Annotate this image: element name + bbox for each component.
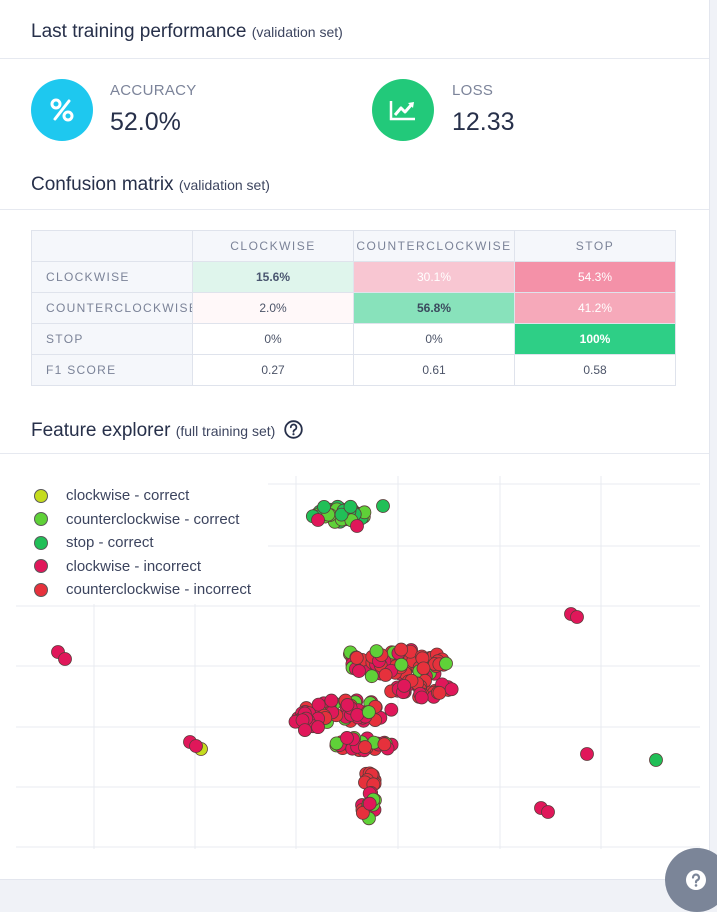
divider: [0, 209, 709, 210]
legend-label: counterclockwise - correct: [66, 510, 240, 528]
f1-cell: 0.61: [353, 354, 515, 386]
matrix-cell: 15.6%: [192, 261, 354, 293]
scatter-point: [378, 668, 393, 682]
scatter-point: [324, 693, 339, 708]
matrix-cell: 2.0%: [192, 292, 354, 324]
scatter-point: [580, 747, 594, 761]
scatter-point: [649, 753, 663, 767]
scatter-point: [376, 499, 390, 513]
table-header-row: CLOCKWISE COUNTERCLOCKWISE STOP: [31, 230, 676, 262]
performance-title: Last training performance (validation se…: [31, 21, 343, 43]
legend-label: clockwise - incorrect: [66, 557, 202, 575]
table-row: COUNTERCLOCKWISE 2.0% 56.8% 41.2%: [31, 292, 676, 324]
matrix-cell: 56.8%: [353, 292, 515, 324]
divider: [0, 58, 709, 59]
f1-cell: 0.58: [514, 354, 676, 386]
column-header-stop: STOP: [514, 230, 676, 262]
accuracy-value: 52.0%: [110, 108, 181, 136]
scatter-point: [541, 805, 555, 819]
matrix-cell: 0%: [192, 323, 354, 355]
scatter-point: [298, 723, 312, 737]
question-icon: [685, 869, 707, 896]
table-row: STOP 0% 0% 100%: [31, 323, 676, 355]
legend-item[interactable]: clockwise - incorrect: [34, 555, 251, 579]
scatter-point: [444, 682, 459, 697]
confusion-title: Confusion matrix (validation set): [31, 174, 270, 196]
legend-item[interactable]: counterclockwise - incorrect: [34, 578, 251, 602]
loss-label: LOSS: [452, 82, 494, 99]
table-row: CLOCKWISE 15.6% 30.1% 54.3%: [31, 261, 676, 293]
scatter-point: [311, 513, 325, 527]
chart-line-icon: [372, 79, 434, 141]
scatter-point: [369, 644, 384, 658]
f1-cell: 0.27: [192, 354, 354, 386]
matrix-cell: 41.2%: [514, 292, 676, 324]
scatter-point: [416, 661, 431, 676]
question-circle-icon[interactable]: [283, 420, 303, 445]
table-row: F1 SCORE 0.27 0.61 0.58: [31, 354, 676, 386]
training-performance-card: Last training performance (validation se…: [0, 0, 710, 880]
scatter-point: [570, 610, 584, 624]
accuracy-label: ACCURACY: [110, 82, 197, 99]
scatter-point: [58, 652, 72, 666]
performance-subtitle: (validation set): [251, 24, 343, 40]
legend-item[interactable]: stop - correct: [34, 531, 251, 555]
loss-value: 12.33: [452, 108, 515, 136]
row-header-f1-score: F1 SCORE: [31, 354, 193, 386]
row-header-clockwise: CLOCKWISE: [31, 261, 193, 293]
feature-explorer-title: Feature explorer (full training set): [31, 420, 303, 445]
scatter-point: [317, 500, 331, 514]
scatter-point: [350, 707, 365, 722]
matrix-cell: 54.3%: [514, 261, 676, 293]
legend-item[interactable]: clockwise - correct: [34, 484, 251, 508]
scatter-point: [414, 690, 429, 705]
legend-swatch: [34, 512, 48, 527]
help-button[interactable]: [665, 848, 717, 912]
scatter-point: [349, 650, 364, 665]
legend-swatch: [34, 559, 48, 574]
column-header-counterclockwise: COUNTERCLOCKWISE: [353, 230, 515, 262]
scatter-point: [311, 720, 325, 735]
scatter-point: [439, 656, 453, 671]
legend-item[interactable]: counterclockwise - correct: [34, 508, 251, 532]
matrix-cell: 30.1%: [353, 261, 515, 293]
legend-label: clockwise - correct: [66, 487, 190, 505]
scatter-point: [340, 731, 354, 745]
scatter-point: [358, 740, 372, 754]
confusion-matrix-table: CLOCKWISE COUNTERCLOCKWISE STOP CLOCKWIS…: [31, 230, 676, 386]
matrix-cell: 0%: [353, 323, 515, 355]
scatter-point: [361, 705, 376, 720]
scatter-point: [364, 669, 379, 684]
legend-swatch: [34, 535, 48, 550]
scatter-point: [397, 678, 412, 693]
scatter-point: [394, 657, 409, 672]
matrix-cell: 100%: [514, 323, 676, 355]
scatter-legend: clockwise - correct counterclockwise - c…: [34, 484, 251, 602]
scatter-point: [343, 499, 358, 514]
legend-label: stop - correct: [66, 534, 154, 552]
scatter-point: [340, 698, 355, 712]
legend-label: counterclockwise - incorrect: [66, 581, 252, 599]
scatter-point: [384, 702, 399, 717]
column-header-clockwise: CLOCKWISE: [192, 230, 354, 262]
confusion-title-text: Confusion matrix: [31, 174, 174, 195]
scatter-point: [189, 739, 203, 753]
scatter-point: [350, 519, 364, 533]
row-header-counterclockwise: COUNTERCLOCKWISE: [31, 292, 193, 324]
scatter-point: [362, 796, 377, 811]
confusion-subtitle: (validation set): [178, 177, 270, 193]
scatter-point: [394, 642, 409, 657]
legend-swatch: [34, 582, 48, 597]
scatter-point: [377, 737, 392, 752]
row-header-stop: STOP: [31, 323, 193, 355]
performance-title-text: Last training performance: [31, 21, 247, 42]
table-corner-cell: [31, 230, 193, 262]
scatter-point: [352, 664, 366, 678]
scatter-point: [432, 685, 447, 700]
feature-explorer-subtitle: (full training set): [175, 423, 276, 439]
percent-icon: [31, 79, 93, 141]
feature-explorer-title-text: Feature explorer: [31, 420, 171, 441]
legend-swatch: [34, 488, 48, 503]
